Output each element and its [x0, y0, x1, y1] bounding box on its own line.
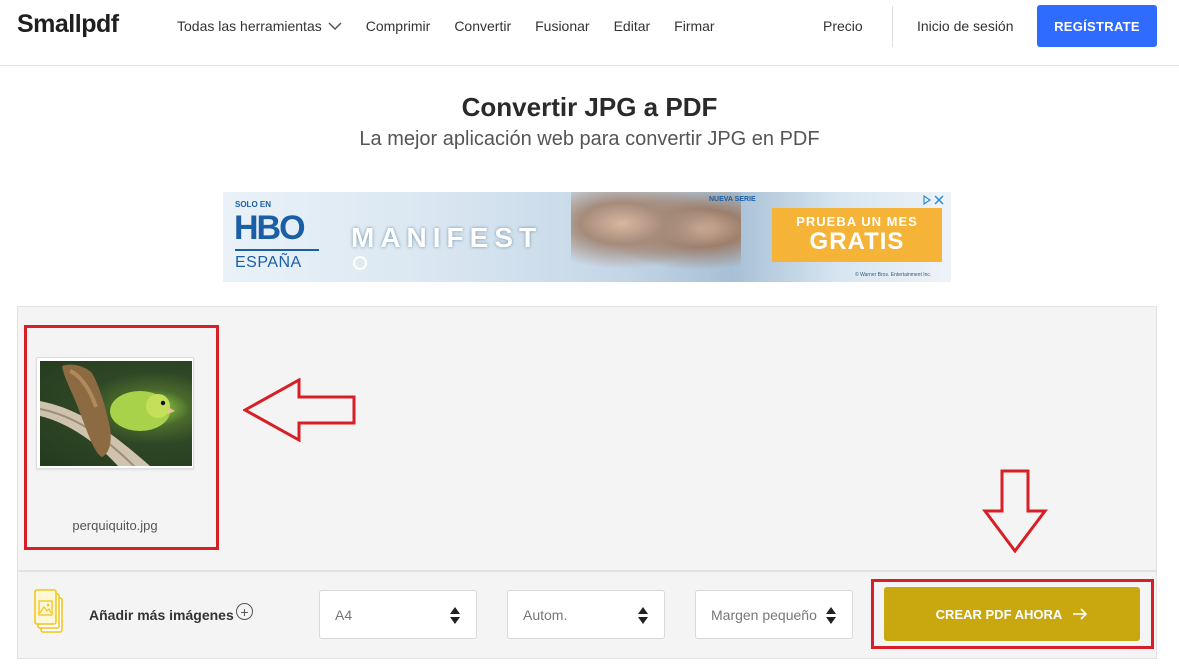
- ad-new-series: NUEVA SERIE: [709, 196, 756, 203]
- page-size-value: A4: [335, 606, 353, 623]
- page-title: Convertir JPG a PDF: [461, 92, 718, 122]
- sort-arrows-icon: [826, 607, 836, 624]
- add-images-icon[interactable]: [34, 588, 64, 636]
- ad-hbo-logo: HBO: [234, 209, 306, 247]
- add-more-images-label[interactable]: Añadir más imágenes: [89, 607, 234, 623]
- nav-edit[interactable]: Editar: [614, 18, 651, 34]
- orientation-select[interactable]: Autom.: [507, 590, 665, 639]
- plus-circle-icon[interactable]: +: [236, 603, 253, 620]
- annotation-arrow-down-icon: [982, 469, 1048, 553]
- top-header: Smallpdf Todas las herramientas Comprimi…: [0, 0, 1179, 66]
- signup-button[interactable]: REGÍSTRATE: [1037, 5, 1157, 47]
- margin-value: Margen pequeño: [711, 606, 817, 623]
- ad-show-title: MANIFEST: [351, 222, 543, 253]
- ad-cta-line2: GRATIS: [809, 228, 905, 255]
- ad-espana: ESPAÑA: [235, 254, 302, 271]
- replay-icon: [353, 256, 367, 270]
- annotation-box-file: [24, 325, 219, 550]
- ad-cta-line1: PRUEBA UN MES: [796, 214, 918, 229]
- nav-all-tools-label: Todas las herramientas: [177, 18, 322, 34]
- ad-actors-image: [571, 192, 741, 282]
- annotation-box-create: [871, 579, 1154, 649]
- login-link[interactable]: Inicio de sesión: [917, 0, 1014, 52]
- annotation-arrow-left-icon: [243, 378, 356, 442]
- pricing-link[interactable]: Precio: [823, 0, 863, 52]
- nav-sign[interactable]: Firmar: [674, 18, 714, 34]
- nav-all-tools[interactable]: Todas las herramientas: [177, 18, 342, 34]
- sort-arrows-icon: [450, 607, 460, 624]
- ad-solo-en: SOLO EN: [235, 200, 272, 209]
- smallpdf-logo[interactable]: Smallpdf: [17, 10, 119, 39]
- margin-select[interactable]: Margen pequeño: [695, 590, 853, 639]
- ad-legal-text: © Warner Bros. Entertainment Inc.: [855, 272, 932, 278]
- ad-divider: [235, 249, 319, 251]
- page-size-select[interactable]: A4: [319, 590, 477, 639]
- page-subtitle: La mejor aplicación web para convertir J…: [359, 128, 820, 150]
- orientation-value: Autom.: [523, 606, 568, 623]
- header-divider: [892, 6, 893, 47]
- adchoices-icon[interactable]: [923, 195, 945, 205]
- ad-banner[interactable]: SOLO EN HBO ESPAÑA MANIFEST NUEVA SERIE …: [223, 192, 951, 282]
- sort-arrows-icon: [638, 607, 648, 624]
- main-nav: Todas las herramientas Comprimir Convert…: [177, 0, 715, 52]
- chevron-down-icon: [328, 22, 342, 31]
- nav-merge[interactable]: Fusionar: [535, 18, 589, 34]
- nav-convert[interactable]: Convertir: [454, 18, 511, 34]
- ad-cta-button[interactable]: PRUEBA UN MES GRATIS: [772, 208, 942, 262]
- nav-compress[interactable]: Comprimir: [366, 18, 431, 34]
